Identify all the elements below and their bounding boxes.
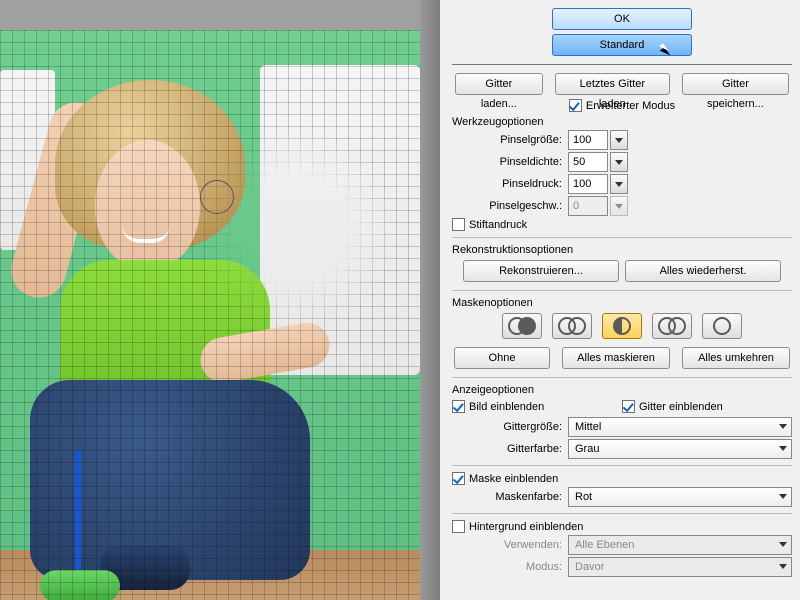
brush-size-label: Pinselgröße: <box>452 134 568 146</box>
divider <box>452 290 792 291</box>
mode-select: Davor <box>568 557 792 577</box>
mask-mode-group <box>452 313 792 339</box>
brush-density-stepper[interactable] <box>610 152 628 172</box>
mask-all-button[interactable]: Alles maskieren <box>562 347 670 369</box>
reconstruct-button[interactable]: Rekonstruieren... <box>463 260 619 282</box>
brush-rate-input[interactable] <box>568 196 608 216</box>
restore-all-button[interactable]: Alles wiederherst. <box>625 260 781 282</box>
chevron-down-icon <box>615 204 623 209</box>
show-mesh-checkbox[interactable] <box>622 400 635 413</box>
mask-invert-icon[interactable] <box>702 313 742 339</box>
brush-size-stepper[interactable] <box>610 130 628 150</box>
show-mask-label: Maske einblenden <box>469 473 558 485</box>
tool-options-title: Werkzeugoptionen <box>452 116 792 128</box>
load-last-mesh-button[interactable]: Letztes Gitter laden <box>555 73 670 95</box>
divider <box>452 513 792 514</box>
brush-cursor <box>200 180 234 214</box>
mesh-size-label: Gittergröße: <box>452 421 568 433</box>
brush-rate-stepper <box>610 196 628 216</box>
use-label: Verwenden: <box>452 539 568 551</box>
brush-density-input[interactable] <box>568 152 608 172</box>
chevron-down-icon <box>615 138 623 143</box>
mask-title: Maskenoptionen <box>452 297 792 309</box>
liquify-options-panel: OK Standard Gitter laden... Letztes Gitt… <box>440 0 800 600</box>
mask-subtract-icon[interactable] <box>602 313 642 339</box>
chevron-down-icon <box>779 494 787 499</box>
ok-button[interactable]: OK <box>552 8 692 30</box>
chevron-down-icon <box>779 542 787 547</box>
brush-rate-label: Pinselgeschw.: <box>452 200 568 212</box>
chevron-down-icon <box>779 446 787 451</box>
chevron-down-icon <box>615 182 623 187</box>
chevron-down-icon <box>615 160 623 165</box>
brush-pressure-stepper[interactable] <box>610 174 628 194</box>
mask-color-select[interactable]: Rot <box>568 487 792 507</box>
divider <box>452 465 792 466</box>
reconstruct-title: Rekonstruktionsoptionen <box>452 244 792 256</box>
mesh-overlay <box>0 30 420 600</box>
show-backdrop-label: Hintergrund einblenden <box>469 521 583 533</box>
preview-divider <box>420 0 440 600</box>
liquify-preview[interactable] <box>0 0 440 600</box>
advanced-mode-checkbox[interactable] <box>569 99 582 112</box>
default-button[interactable]: Standard <box>552 34 692 56</box>
divider <box>452 64 792 65</box>
show-mask-checkbox[interactable] <box>452 472 465 485</box>
brush-pressure-label: Pinseldruck: <box>452 178 568 190</box>
mesh-size-select[interactable]: Mittel <box>568 417 792 437</box>
brush-pressure-input[interactable] <box>568 174 608 194</box>
mask-replace-icon[interactable] <box>502 313 542 339</box>
mask-add-icon[interactable] <box>552 313 592 339</box>
advanced-mode-label: Erweiterter Modus <box>586 100 675 112</box>
mesh-color-select[interactable]: Grau <box>568 439 792 459</box>
mode-label: Modus: <box>452 561 568 573</box>
chevron-down-icon <box>779 424 787 429</box>
mesh-color-label: Gitterfarbe: <box>452 443 568 455</box>
preview-top-margin <box>0 0 420 30</box>
stylus-pressure-checkbox[interactable] <box>452 218 465 231</box>
divider <box>452 237 792 238</box>
mask-invert-button[interactable]: Alles umkehren <box>682 347 790 369</box>
show-image-checkbox[interactable] <box>452 400 465 413</box>
show-backdrop-checkbox[interactable] <box>452 520 465 533</box>
mask-color-label: Maskenfarbe: <box>452 491 568 503</box>
use-select: Alle Ebenen <box>568 535 792 555</box>
load-mesh-button[interactable]: Gitter laden... <box>455 73 543 95</box>
divider <box>452 377 792 378</box>
stylus-pressure-label: Stiftandruck <box>469 219 527 231</box>
brush-density-label: Pinseldichte: <box>452 156 568 168</box>
show-image-label: Bild einblenden <box>469 401 544 413</box>
brush-size-input[interactable] <box>568 130 608 150</box>
mask-intersect-icon[interactable] <box>652 313 692 339</box>
chevron-down-icon <box>779 564 787 569</box>
view-title: Anzeigeoptionen <box>452 384 792 396</box>
show-mesh-label: Gitter einblenden <box>639 401 723 413</box>
mask-none-button[interactable]: Ohne <box>454 347 550 369</box>
save-mesh-button[interactable]: Gitter speichern... <box>682 73 789 95</box>
